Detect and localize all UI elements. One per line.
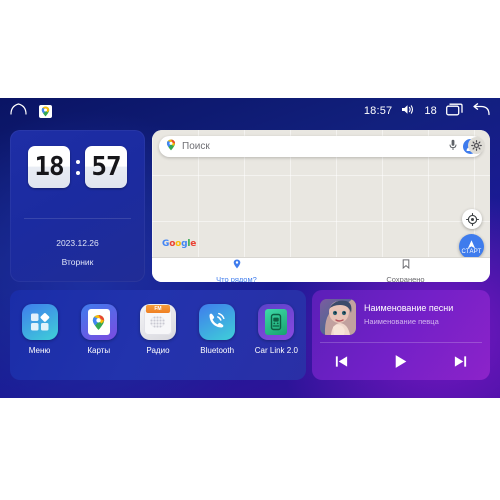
search-placeholder: Поиск [182,141,210,152]
music-controls [312,349,490,373]
app-dock-row: Меню Карты FM Радио Bluetooth Car Link 2… [10,304,306,355]
tab-saved[interactable]: Сохранено [321,258,490,282]
radio-icon: FM [139,304,176,340]
next-button[interactable] [445,349,475,373]
start-navigation-button[interactable]: СТАРТ [459,234,484,259]
app-dock: Меню Карты FM Радио Bluetooth Car Link 2… [10,290,306,380]
map-tabs: Что рядом? Сохранено [152,257,490,282]
clock-weekday: Вторник [61,257,94,267]
tab-saved-label: Сохранено [386,275,425,282]
clock-date: 2023.12.26 [56,238,99,248]
skip-previous-icon [336,355,348,367]
map-pin-icon [233,256,241,274]
compass-icon[interactable] [462,209,482,229]
tab-nearby-label: Что рядом? [216,275,257,282]
grid-menu-icon [21,304,58,340]
app-item-bluetooth[interactable]: Bluetooth [189,304,245,355]
recents-icon[interactable] [446,103,463,119]
app-item-menu[interactable]: Меню [12,304,68,355]
play-icon [396,354,407,368]
search-input[interactable]: Поиск [159,136,483,157]
clock-widget[interactable]: 18 57 2023.12.26 Вторник [10,130,145,282]
app-label-menu: Меню [28,346,51,355]
app-item-maps[interactable]: Карты [71,304,127,355]
skip-next-icon [454,355,466,367]
clock-colon [73,159,82,175]
google-maps-icon [80,304,117,340]
music-player-widget[interactable]: Наименование песни Наименование певца [312,290,490,380]
bluetooth-phone-icon [199,304,236,340]
volume-icon[interactable] [401,104,415,118]
map-widget[interactable]: Поиск Google СТАРТ Что рядом? Сохранено [152,130,490,282]
start-button-label: СТАРТ [461,248,482,255]
clock-hours: 18 [28,146,70,188]
radio-band-label: FM [145,305,170,313]
clock-divider [24,218,131,219]
flip-clock: 18 57 [10,146,145,188]
google-logo: Google [162,239,197,249]
previous-button[interactable] [327,349,357,373]
status-bar: 18:57 18 [0,98,500,124]
status-bar-left [10,102,52,120]
google-maps-icon[interactable] [39,104,52,118]
tab-nearby[interactable]: Что рядом? [152,258,321,282]
play-button[interactable] [386,349,416,373]
status-bar-clock: 18:57 [363,105,393,117]
car-link-icon [258,304,295,340]
app-label-carlink: Car Link 2.0 [254,346,298,355]
track-artist: Наименование певца [364,317,439,326]
app-item-carlink[interactable]: Car Link 2.0 [248,304,304,355]
music-divider [320,342,482,343]
volume-level: 18 [424,105,437,117]
track-title: Наименование песни [364,303,454,313]
home-icon[interactable] [10,102,27,120]
car-head-unit-screen: 18:57 18 18 57 2023.12.26 Вторник Поиск … [0,98,500,398]
app-label-radio: Радио [146,346,170,355]
app-label-bluetooth: Bluetooth [200,346,235,355]
radio-speaker-grille [150,316,166,328]
app-item-radio[interactable]: FM Радио [130,304,186,355]
bookmark-icon [402,256,410,274]
clock-minutes: 57 [85,146,127,188]
gear-icon[interactable] [468,137,485,154]
map-pin-icon [166,138,176,156]
back-icon[interactable] [472,103,490,119]
status-bar-right: 18:57 18 [364,103,490,119]
microphone-icon[interactable] [449,138,457,156]
app-label-maps: Карты [87,346,111,355]
album-art [320,299,356,335]
